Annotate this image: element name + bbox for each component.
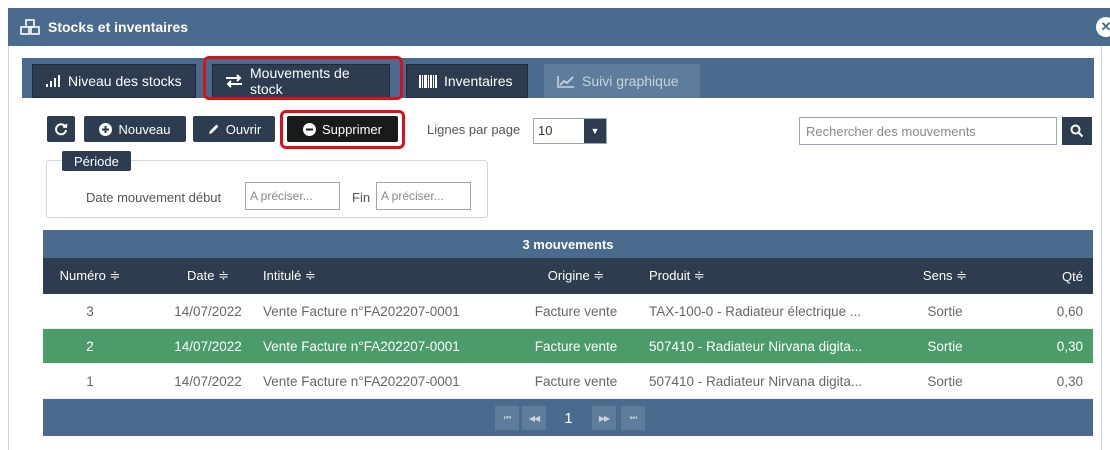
cell-intitule: Vente Facture n°FA202207-0001 [263,373,460,389]
date-fin-input[interactable] [376,182,471,210]
cell-produit: 507410 - Radiateur Nirvana digita... [649,338,863,354]
prev-page-icon[interactable]: ◀◀ [522,406,546,430]
bar-signal-icon [45,75,61,87]
tab-niveau-des-stocks[interactable]: Niveau des stocks [32,64,196,98]
table-row[interactable]: 3 14/07/2022 Vente Facture n°FA202207-00… [43,294,1093,329]
table-header-row: Numéro ≑ Date ≑ Intitulé ≑ Origine ≑ Pro… [43,258,1093,294]
column-header-sens[interactable]: Sens ≑ [901,258,989,294]
cell-numero: 1 [86,373,94,389]
date-fin-label: Fin [352,190,371,205]
column-header-origine[interactable]: Origine ≑ [521,258,631,294]
cell-numero: 3 [86,303,94,319]
cell-origine: Facture vente [534,373,618,389]
cell-sens: Sortie [927,338,963,354]
column-header-produit[interactable]: Produit ≑ [649,258,911,294]
date-debut-label: Date mouvement début [86,190,222,205]
cell-qte: 0,60 [1056,303,1083,319]
refresh-button[interactable] [47,116,75,142]
cell-qte: 0,30 [1056,373,1083,389]
cell-date: 14/07/2022 [174,303,242,319]
last-page-icon[interactable]: ⏭ [621,406,645,430]
pencil-icon [207,123,220,136]
cell-date: 14/07/2022 [174,338,242,354]
tab-label: Niveau des stocks [68,73,182,89]
cell-produit: 507410 - Radiateur Nirvana digita... [649,373,863,389]
search-input[interactable] [799,117,1057,145]
cell-origine: Facture vente [534,338,618,354]
current-page-button[interactable]: 1 [556,406,580,430]
close-icon[interactable]: ✕ [1096,17,1110,37]
refresh-icon [54,122,68,136]
tab-label: Inventaires [444,73,513,89]
cell-qte: 0,30 [1056,338,1083,354]
ouvrir-button[interactable]: Ouvrir [193,116,275,142]
line-chart-icon [557,75,575,88]
window-title: Stocks et inventaires [48,19,189,35]
cell-date: 14/07/2022 [174,373,242,389]
lines-per-page-value: 10 [538,123,553,138]
highlight-tab-box [203,56,403,100]
pagination-bar: ⏮ ◀◀ 1 ▶▶ ⏭ [43,399,1093,436]
tab-inventaires[interactable]: Inventaires [406,64,528,98]
cell-produit: TAX-100-0 - Radiateur électrique ... [649,303,862,319]
chevron-down-icon[interactable]: ▼ [584,119,606,143]
column-header-numero[interactable]: Numéro ≑ [43,258,137,294]
first-page-icon[interactable]: ⏮ [495,406,519,430]
table-count-header: 3 mouvements [43,230,1093,258]
cell-origine: Facture vente [534,303,618,319]
window-titlebar: Stocks et inventaires ✕ [8,8,1110,46]
table-row[interactable]: 1 14/07/2022 Vente Facture n°FA202207-00… [43,364,1093,399]
tab-suivi-graphique[interactable]: Suivi graphique [544,64,700,98]
cell-intitule: Vente Facture n°FA202207-0001 [263,303,460,319]
periode-legend: Période [62,151,131,171]
nouveau-button[interactable]: Nouveau [84,116,186,142]
table-row-selected[interactable]: 2 14/07/2022 Vente Facture n°FA202207-00… [43,329,1093,364]
next-page-icon[interactable]: ▶▶ [592,406,616,430]
plus-circle-icon [99,122,113,136]
boxes-icon [20,19,40,35]
lines-per-page-select[interactable]: 10 ▼ [533,118,607,144]
ouvrir-label: Ouvrir [225,121,262,137]
tab-bar: Niveau des stocks Mouvements de stock In… [22,58,1094,98]
cell-numero: 2 [86,338,94,354]
mouvements-table: 3 mouvements Numéro ≑ Date ≑ Intitulé ≑ … [43,230,1093,436]
search-icon [1070,124,1084,138]
cell-sens: Sortie [927,373,963,389]
column-header-qte[interactable]: Qté [1023,258,1083,294]
cell-intitule: Vente Facture n°FA202207-0001 [263,338,460,354]
cell-sens: Sortie [927,303,963,319]
search-button[interactable] [1062,117,1092,145]
column-header-date[interactable]: Date ≑ [148,258,268,294]
lines-per-page-label: Lignes par page [427,122,521,137]
highlight-supprimer-box [280,110,405,149]
tab-label: Suivi graphique [582,73,679,89]
column-header-intitule[interactable]: Intitulé ≑ [263,258,523,294]
nouveau-label: Nouveau [118,121,171,137]
date-debut-input[interactable] [245,182,340,210]
barcode-icon [419,74,437,88]
